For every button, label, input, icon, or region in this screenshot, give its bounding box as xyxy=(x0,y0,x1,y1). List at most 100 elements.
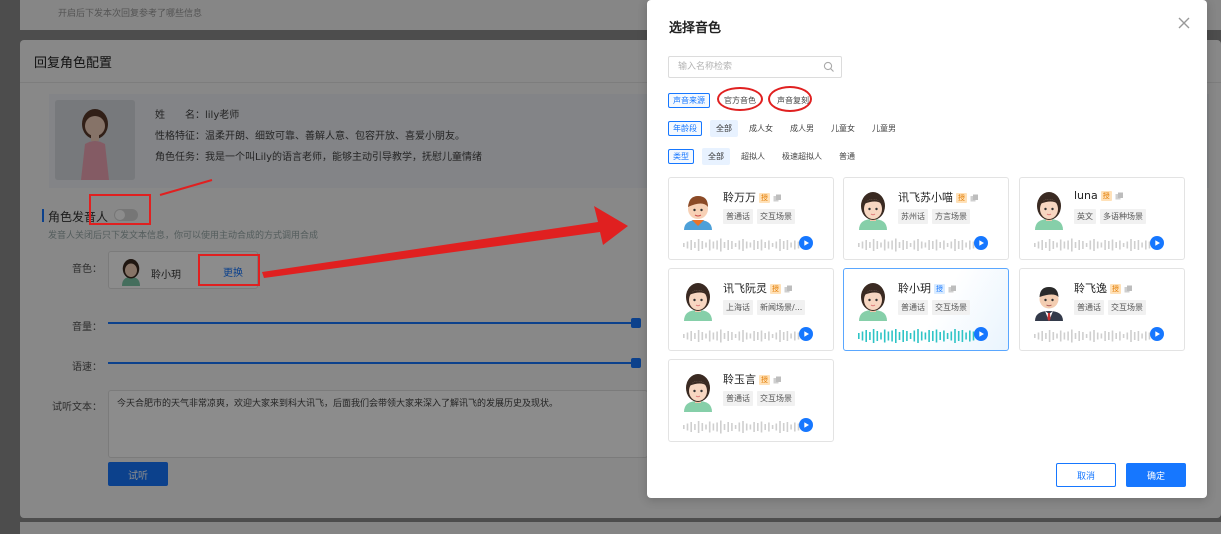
authorized-badge: 授 xyxy=(956,193,967,203)
voice-tag: 苏州话 xyxy=(898,209,928,224)
play-icon[interactable] xyxy=(974,327,988,341)
filter-chip-type-all[interactable]: 全部 xyxy=(702,148,730,165)
voice-name-text: 聆万万 xyxy=(723,191,756,204)
filter-chip-child-female[interactable]: 儿童女 xyxy=(825,120,861,137)
play-icon[interactable] xyxy=(1150,327,1164,341)
voice-tag: 英文 xyxy=(1074,209,1096,224)
voice-name-text: 聆玉言 xyxy=(723,373,756,386)
boy-avatar-icon xyxy=(684,196,712,230)
copy-icon[interactable] xyxy=(948,285,957,293)
filter-chip-adult-male[interactable]: 成人男 xyxy=(784,120,820,137)
annotation-official-circle xyxy=(717,87,763,111)
search-icon[interactable] xyxy=(823,61,835,73)
voice-name-text: 聆小玥 xyxy=(898,282,931,295)
voice-tag: 多语种场景 xyxy=(1100,209,1146,224)
voice-name-text: 讯飞苏小喵 xyxy=(898,191,953,204)
play-icon[interactable] xyxy=(1150,236,1164,250)
voice-tags: 普通话 交互场景 xyxy=(723,209,795,224)
filter-key-age: 年龄段 xyxy=(668,121,702,136)
filter-row-age: 年龄段 全部 成人女 成人男 儿童女 儿童男 xyxy=(668,120,907,137)
play-icon[interactable] xyxy=(974,236,988,250)
voice-name-text: 聆飞逸 xyxy=(1074,282,1107,295)
play-icon[interactable] xyxy=(799,418,813,432)
waveform-icon xyxy=(683,420,800,434)
copy-icon[interactable] xyxy=(1115,192,1124,200)
play-icon[interactable] xyxy=(799,236,813,250)
voice-card[interactable]: 聆小玥授普通话 交互场景 xyxy=(843,268,1009,351)
man-avatar-icon xyxy=(1035,287,1063,321)
voice-tags: 苏州话 方言场景 xyxy=(898,209,970,224)
girl-avatar-icon xyxy=(684,283,712,321)
authorized-badge: 授 xyxy=(759,375,770,385)
voice-tags: 英文 多语种场景 xyxy=(1074,209,1146,224)
voice-name: 聆玉言授 xyxy=(723,371,782,387)
filter-key-source: 声音来源 xyxy=(668,93,710,108)
voice-name: 讯飞苏小喵授 xyxy=(898,189,979,205)
close-icon[interactable] xyxy=(1175,14,1193,32)
voice-card[interactable]: 聆玉言授普通话 交互场景 xyxy=(668,359,834,442)
voice-name-text: luna xyxy=(1074,189,1098,202)
filter-row-type: 类型 全部 超拟人 极速超拟人 普通 xyxy=(668,148,866,165)
authorized-badge: 授 xyxy=(759,193,770,203)
voice-tag: 交互场景 xyxy=(757,209,795,224)
waveform-icon xyxy=(683,238,800,252)
filter-chip-normal[interactable]: 普通 xyxy=(833,148,861,165)
search-box xyxy=(668,56,842,78)
filter-chip-child-male[interactable]: 儿童男 xyxy=(866,120,902,137)
cancel-button[interactable]: 取消 xyxy=(1056,463,1116,487)
voice-card[interactable]: 聆飞逸授普通话 交互场景 xyxy=(1019,268,1185,351)
waveform-icon xyxy=(1034,238,1151,252)
voice-tag: 新闻场景/... xyxy=(757,300,806,315)
girl-avatar-icon xyxy=(1035,192,1063,230)
annotation-clone-circle xyxy=(768,86,812,112)
voice-select-dialog: 选择音色 声音来源 官方音色 声音复刻 年龄段 全部 成人女 成人男 儿童女 儿… xyxy=(647,0,1207,498)
copy-icon[interactable] xyxy=(784,285,793,293)
copy-icon[interactable] xyxy=(970,194,979,202)
filter-key-type: 类型 xyxy=(668,149,694,164)
voice-tag: 普通话 xyxy=(723,391,753,406)
copy-icon[interactable] xyxy=(773,194,782,202)
annotation-change-box xyxy=(198,254,260,286)
voice-tags: 普通话 交互场景 xyxy=(723,391,795,406)
voice-tags: 上海话 新闻场景/... xyxy=(723,300,806,315)
authorized-badge: 授 xyxy=(934,284,945,294)
filter-chip-adult-female[interactable]: 成人女 xyxy=(743,120,779,137)
voice-tag: 交互场景 xyxy=(1108,300,1146,315)
voice-name: luna 授 xyxy=(1074,189,1124,202)
voice-card[interactable]: 讯飞苏小喵授苏州话 方言场景 xyxy=(843,177,1009,260)
girl-avatar-icon xyxy=(859,283,887,321)
voice-name: 讯飞阮灵授 xyxy=(723,280,793,296)
filter-chip-fast-super-human[interactable]: 极速超拟人 xyxy=(776,148,828,165)
confirm-button[interactable]: 确定 xyxy=(1126,463,1186,487)
play-icon[interactable] xyxy=(799,327,813,341)
voice-name: 聆万万授 xyxy=(723,189,782,205)
copy-icon[interactable] xyxy=(773,376,782,384)
authorized-badge: 授 xyxy=(1100,191,1112,201)
voice-tags: 普通话 交互场景 xyxy=(1074,300,1146,315)
annotation-toggle-box xyxy=(89,194,151,225)
search-input[interactable] xyxy=(669,57,819,77)
authorized-badge: 授 xyxy=(770,284,781,294)
waveform-icon xyxy=(683,329,800,343)
authorized-badge: 授 xyxy=(1110,284,1121,294)
voice-tag: 方言场景 xyxy=(932,209,970,224)
voice-card[interactable]: 聆万万授普通话 交互场景 xyxy=(668,177,834,260)
girl-avatar-icon xyxy=(859,192,887,230)
waveform-icon xyxy=(858,329,975,343)
dialog-title: 选择音色 xyxy=(669,21,722,36)
voice-tags: 普通话 交互场景 xyxy=(898,300,970,315)
voice-card[interactable]: 讯飞阮灵授上海话 新闻场景/... xyxy=(668,268,834,351)
voice-tag: 上海话 xyxy=(723,300,753,315)
voice-tag: 普通话 xyxy=(898,300,928,315)
voice-tag: 普通话 xyxy=(1074,300,1104,315)
filter-chip-super-human[interactable]: 超拟人 xyxy=(735,148,771,165)
copy-icon[interactable] xyxy=(1124,285,1133,293)
voice-card[interactable]: luna 授英文 多语种场景 xyxy=(1019,177,1185,260)
waveform-icon xyxy=(1034,329,1151,343)
voice-name: 聆小玥授 xyxy=(898,280,957,296)
voice-name-text: 讯飞阮灵 xyxy=(723,282,767,295)
voice-tag: 交互场景 xyxy=(757,391,795,406)
filter-chip-age-all[interactable]: 全部 xyxy=(710,120,738,137)
voice-tag: 交互场景 xyxy=(932,300,970,315)
voice-name: 聆飞逸授 xyxy=(1074,280,1133,296)
